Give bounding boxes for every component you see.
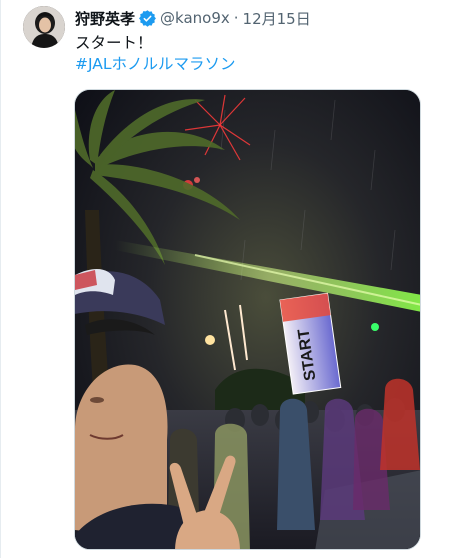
tweet-text: スタート！ (75, 34, 153, 52)
display-name[interactable]: 狩野英孝 (75, 8, 135, 29)
tweet-date[interactable]: 12月15日 (243, 8, 311, 29)
marathon-start-photo: START (75, 90, 420, 549)
tweet-card[interactable]: 狩野英孝 @kano9x · 12月15日 スタート！ #JALホノルルマラソン (0, 0, 452, 558)
tweet-header: 狩野英孝 @kano9x · 12月15日 (75, 7, 311, 29)
tweet-photo[interactable]: START (74, 89, 421, 550)
user-handle[interactable]: @kano9x (160, 9, 230, 27)
verified-badge-icon (139, 9, 156, 27)
avatar[interactable] (23, 6, 65, 48)
hashtag-link[interactable]: #JALホノルルマラソン (75, 53, 236, 75)
separator-dot: · (233, 9, 239, 27)
